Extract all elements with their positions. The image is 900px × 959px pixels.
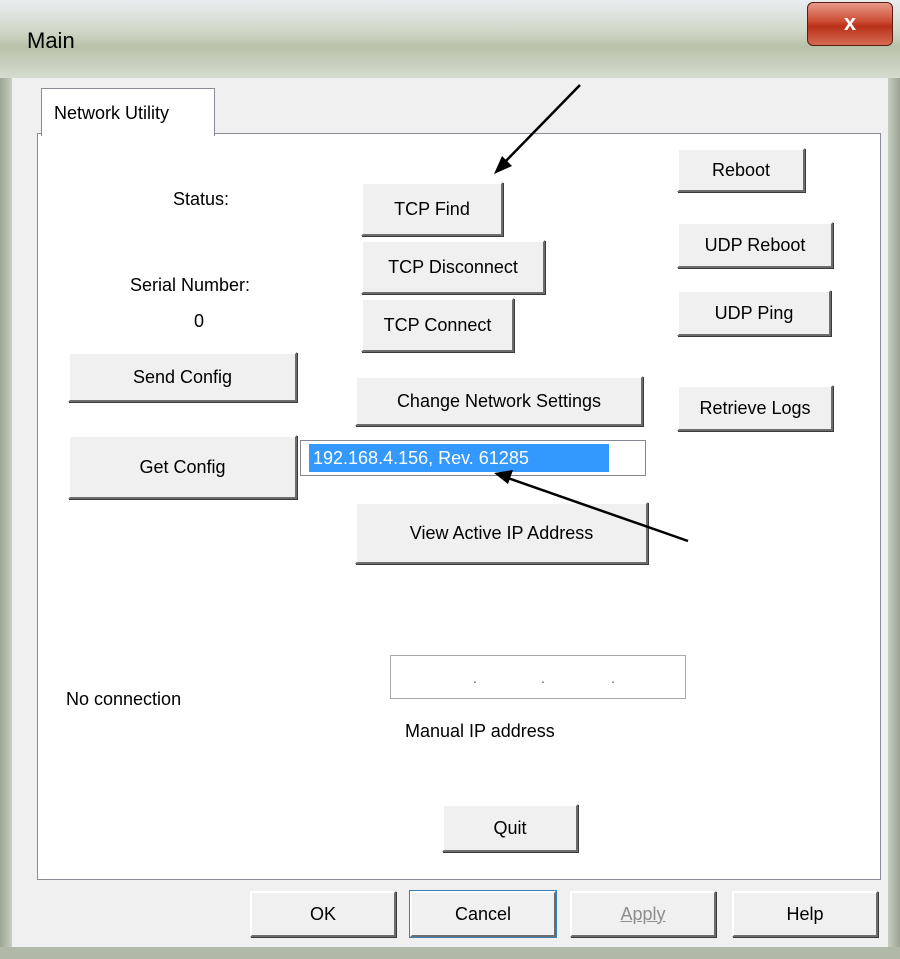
window-frame-bottom	[0, 947, 900, 959]
tcp-connect-button[interactable]: TCP Connect	[361, 298, 514, 352]
view-active-ip-label: View Active IP Address	[409, 522, 594, 543]
status-label: Status:	[173, 189, 230, 209]
help-button[interactable]: Help	[732, 891, 878, 937]
reboot-button[interactable]: Reboot	[677, 148, 805, 192]
serial-number-value: 0	[194, 311, 205, 331]
ip-separator-3: .	[611, 670, 615, 686]
ok-label: OK	[309, 903, 336, 924]
close-button[interactable]: x	[807, 2, 893, 46]
udp-reboot-button[interactable]: UDP Reboot	[677, 222, 833, 268]
udp-ping-button[interactable]: UDP Ping	[677, 290, 831, 336]
tcp-find-label: TCP Find	[394, 198, 470, 219]
get-config-button[interactable]: Get Config	[68, 435, 297, 499]
cancel-label: Cancel	[454, 903, 512, 924]
ip-separator-2: .	[541, 670, 545, 686]
device-select[interactable]: 192.168.4.156, Rev. 61285	[300, 440, 646, 476]
tcp-find-button[interactable]: TCP Find	[361, 182, 503, 236]
reboot-label: Reboot	[711, 159, 771, 180]
get-config-label: Get Config	[139, 456, 226, 477]
connection-status: No connection	[66, 689, 182, 709]
device-select-value: 192.168.4.156, Rev. 61285	[309, 444, 609, 472]
tab-network-utility[interactable]: Network Utility	[41, 88, 215, 136]
main-window: Main x Network Utility Status: Serial Nu…	[0, 0, 900, 959]
window-title: Main	[27, 28, 75, 53]
manual-ip-label: Manual IP address	[405, 721, 555, 741]
cancel-button[interactable]: Cancel	[410, 891, 556, 937]
send-config-button[interactable]: Send Config	[68, 352, 297, 402]
dialog-client-area: Network Utility Status: Serial Number: 0…	[12, 78, 888, 947]
udp-ping-label: UDP Ping	[714, 302, 794, 323]
udp-reboot-label: UDP Reboot	[704, 234, 806, 255]
retrieve-logs-label: Retrieve Logs	[699, 397, 811, 418]
change-network-settings-label: Change Network Settings	[396, 390, 602, 411]
close-icon: x	[843, 10, 857, 35]
quit-button[interactable]: Quit	[442, 804, 578, 852]
send-config-label: Send Config	[132, 366, 233, 387]
view-active-ip-button[interactable]: View Active IP Address	[355, 502, 648, 564]
ok-button[interactable]: OK	[250, 891, 396, 937]
serial-number-label: Serial Number:	[130, 275, 251, 295]
tcp-disconnect-button[interactable]: TCP Disconnect	[361, 240, 545, 294]
manual-ip-field[interactable]: . . .	[390, 655, 686, 699]
window-frame-right	[888, 78, 900, 959]
change-network-settings-button[interactable]: Change Network Settings	[355, 376, 643, 426]
apply-button[interactable]: Apply	[570, 891, 716, 937]
tcp-connect-label: TCP Connect	[383, 314, 492, 335]
tcp-disconnect-label: TCP Disconnect	[388, 256, 518, 277]
title-bar: Main x	[0, 0, 900, 78]
retrieve-logs-button[interactable]: Retrieve Logs	[677, 385, 833, 431]
apply-label: Apply	[620, 903, 666, 924]
quit-label: Quit	[493, 817, 527, 838]
window-frame-left	[0, 78, 12, 959]
help-label: Help	[786, 903, 824, 924]
ip-separator-1: .	[473, 670, 477, 686]
